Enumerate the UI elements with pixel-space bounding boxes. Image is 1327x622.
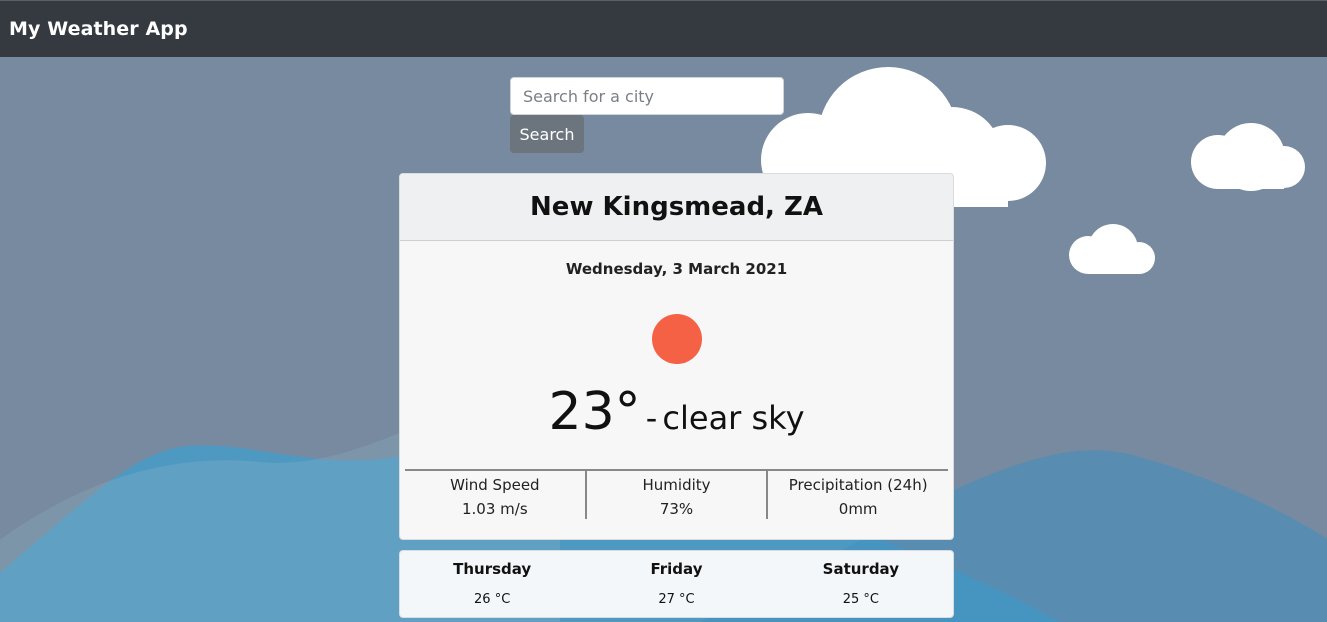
forecast-day: Saturday 25 °C [769,551,953,617]
forecast-card: Thursday 26 °C Friday 27 °C Saturday 25 … [399,550,954,618]
stat-label: Wind Speed [450,476,540,494]
weather-card: New Kingsmead, ZA Wednesday, 3 March 202… [399,173,954,540]
search-input[interactable] [510,77,784,115]
card-header: New Kingsmead, ZA [400,174,953,241]
forecast-day: Thursday 26 °C [400,551,584,617]
forecast-day-name: Friday [650,560,703,578]
app-title[interactable]: My Weather App [9,18,188,40]
sun-icon [652,314,702,364]
temperature-separator: - [645,399,658,437]
navbar: My Weather App [0,0,1327,57]
stat-value: 1.03 m/s [462,500,528,518]
forecast-day-temp: 25 °C [842,592,879,607]
temperature: 23° [548,382,641,442]
forecast-day-name: Saturday [822,560,899,578]
weather-description: clear sky [662,399,805,437]
temperature-line: 23° - clear sky [400,382,953,442]
stat-wind: Wind Speed 1.03 m/s [405,471,587,519]
search-button[interactable]: Search [510,115,584,153]
current-date: Wednesday, 3 March 2021 [565,260,788,278]
weather-stats: Wind Speed 1.03 m/s Humidity 73% Precipi… [405,469,948,519]
cloud-right [1191,123,1305,191]
stat-value: 0mm [838,500,878,518]
cloud-small [1069,224,1155,274]
forecast-day-temp: 26 °C [474,592,511,607]
stat-label: Humidity [642,476,711,494]
forecast-day: Friday 27 °C [584,551,768,617]
forecast-day-temp: 27 °C [658,592,695,607]
stat-precipitation: Precipitation (24h) 0mm [768,471,948,519]
forecast-day-name: Thursday [453,560,532,578]
stat-humidity: Humidity 73% [587,471,769,519]
city-name: New Kingsmead, ZA [530,192,823,222]
stat-value: 73% [659,500,694,518]
stat-label: Precipitation (24h) [788,476,928,494]
